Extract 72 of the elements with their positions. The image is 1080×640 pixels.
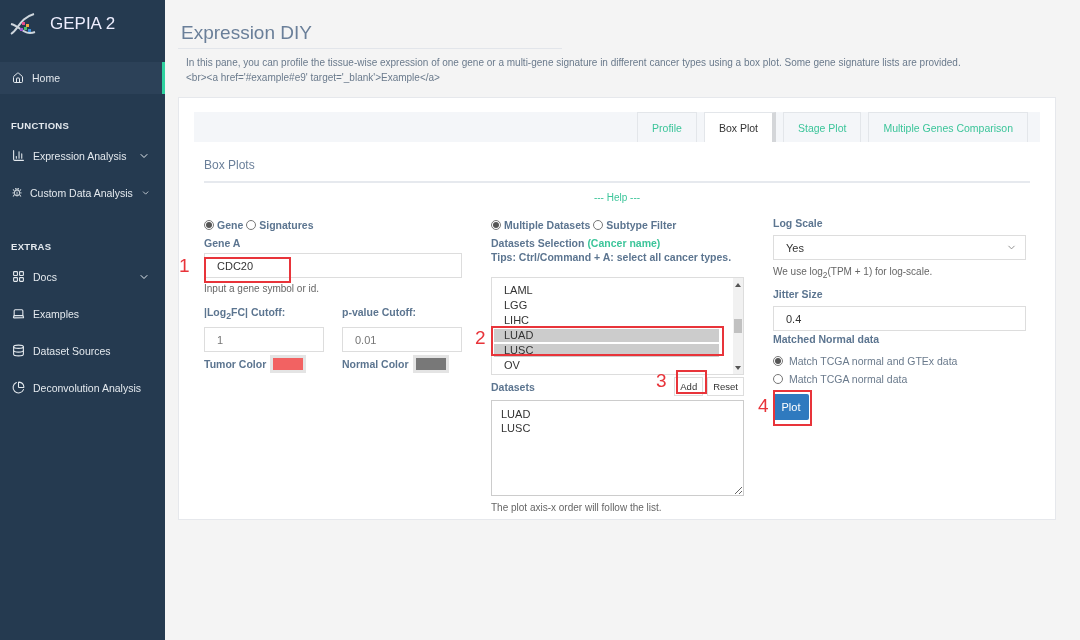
list-option[interactable]: LIHC [494, 314, 719, 327]
panel-title: Box Plots [204, 158, 1030, 183]
step-number: 2 [475, 328, 486, 348]
field-label: Log Scale [773, 217, 824, 229]
list-option[interactable]: LUAD [494, 329, 719, 342]
field-label: Datasets [491, 380, 535, 393]
jitter-input[interactable]: 0.4 [773, 306, 1026, 331]
radio-button[interactable] [491, 220, 501, 230]
field-hint: Input a gene symbol or id. [204, 283, 321, 294]
radio-label: Multiple Datasets [504, 219, 591, 231]
radio-label: Match TCGA normal data [789, 373, 908, 385]
list-option[interactable]: LGG [494, 299, 719, 312]
section-heading: FUNCTIONS [10, 120, 71, 131]
cutoff-input[interactable]: 1 [204, 327, 324, 353]
field-label: Matched Normal data [773, 333, 881, 345]
laptop-icon [12, 307, 25, 320]
radio-label: Signatures [259, 219, 314, 231]
pie-chart-icon [12, 381, 25, 394]
scrollbar-thumb[interactable] [734, 319, 742, 333]
page-description: In this pane, you can profile the tissue-wise expression of one gene or a multi-gene signature in different cancer types using a box plot. Some gene signature lists are provided. [186, 56, 962, 70]
plot-button[interactable]: Plot [773, 394, 809, 420]
reset-button[interactable]: Reset [707, 377, 744, 396]
scroll-up-icon[interactable] [734, 281, 742, 289]
home-icon [12, 72, 24, 84]
brand-name: GEPIA 2 [50, 14, 116, 34]
bar-chart-icon [12, 149, 25, 162]
gene-input[interactable]: CDC20 [204, 253, 462, 278]
database-icon [12, 344, 25, 357]
color-swatch[interactable] [270, 355, 307, 374]
list-option[interactable]: LAML [494, 284, 719, 297]
page-title: Expression DIY [178, 22, 562, 49]
field-label: Tumor Color [204, 358, 267, 371]
cutoff-input[interactable]: 0.01 [342, 327, 462, 353]
radio-label: Gene [217, 219, 244, 231]
field-label: |Log$_{2}$FC| Cutoff: [204, 306, 287, 322]
step-number: 1 [179, 256, 190, 276]
field-label: Datasets Selection [491, 237, 585, 249]
section-heading: EXTRAS [10, 241, 53, 252]
grid-icon [12, 270, 25, 283]
field-hint: We use log$_{2}$(TPM + 1) for log-scale. [773, 266, 934, 280]
field-note: (Cancer name) [587, 237, 661, 249]
field-label: Gene A [204, 237, 242, 249]
highlight-frame [773, 390, 812, 426]
scroll-down-icon[interactable] [734, 364, 742, 372]
nav-item[interactable]: Expression Analysis [0, 137, 165, 174]
radio-label: Subtype Filter [606, 219, 677, 231]
tab[interactable]: Box Plot [703, 112, 776, 142]
dna-logo-icon [8, 10, 38, 38]
field-label: Normal Color [342, 358, 409, 371]
step-number: 4 [758, 396, 769, 416]
color-swatch[interactable] [412, 355, 449, 374]
nav-item[interactable]: Deconvolution Analysis [0, 369, 165, 406]
field-hint: The plot axis-x order will follow the list. [491, 502, 663, 513]
dataset-listbox[interactable]: LAML LGG LIHC LUAD LUSC OV [491, 277, 744, 375]
nav-item[interactable]: Dataset Sources [0, 332, 165, 369]
datasets-textarea[interactable]: LUAD LUSC [491, 400, 744, 496]
field-label: Jitter Size [773, 288, 824, 300]
bug-icon [12, 186, 23, 199]
radio-button[interactable] [773, 356, 783, 366]
log-scale-select[interactable]: Yes [773, 235, 1026, 260]
radio-button[interactable] [204, 220, 214, 230]
highlight-frame [676, 370, 707, 394]
tips-text: Tips: Ctrl/Command + A: select all cancer types. [491, 251, 733, 263]
scrollbar[interactable] [733, 278, 743, 374]
list-option[interactable]: OV [494, 359, 719, 372]
page-description: <br><a href='#example#e9' target='_blank'>Example</a> [186, 71, 441, 85]
field-label: p-value Cutoff: [342, 306, 418, 320]
radio-label: Match TCGA normal and GTEx data [789, 355, 958, 367]
nav-item[interactable]: Custom Data Analysis [0, 174, 165, 211]
nav-item[interactable]: Docs [0, 258, 165, 295]
nav-item[interactable]: Examples [0, 295, 165, 332]
nav-item[interactable]: Home [0, 62, 165, 94]
